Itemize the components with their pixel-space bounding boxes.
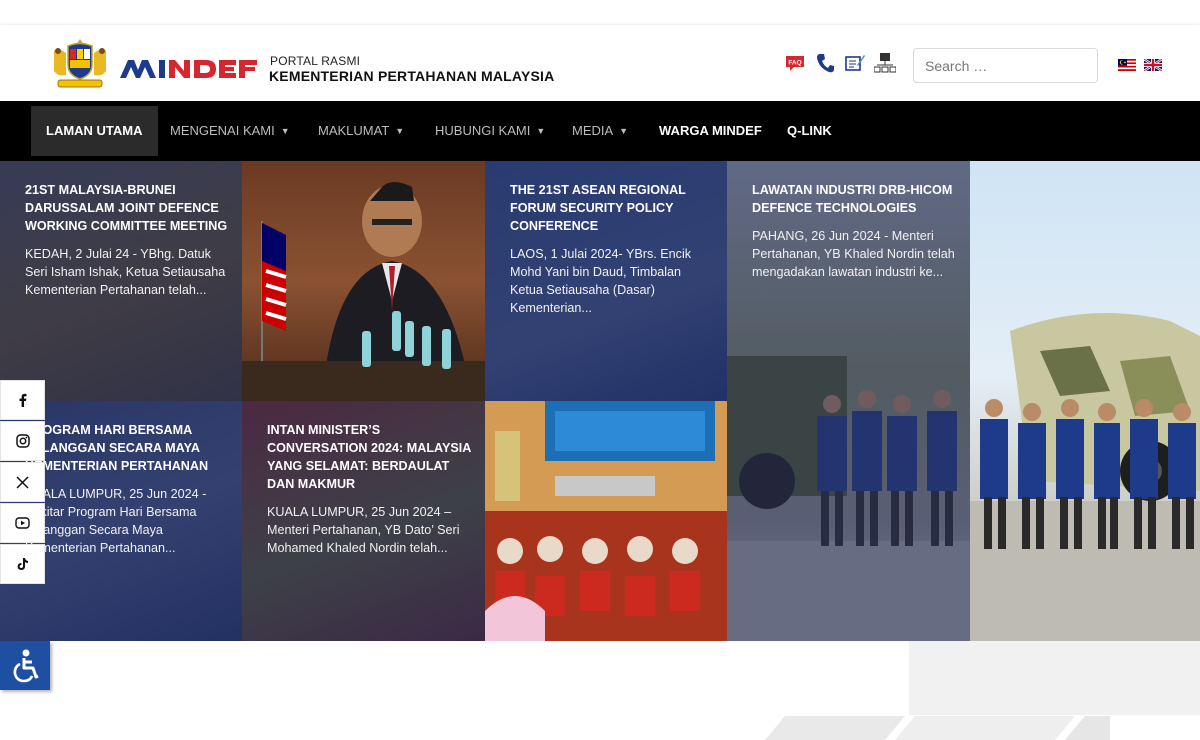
mindef-logo[interactable] <box>118 58 260 80</box>
nav-label: MENGENAI KAMI <box>170 123 275 138</box>
news-excerpt: KEDAH, 2 Julai 24 - YBhg. Datuk Seri Ish… <box>25 247 226 297</box>
news-excerpt: PAHANG, 26 Jun 2024 - Menteri Pertahanan… <box>752 229 955 279</box>
nav-warga-mindef[interactable]: WARGA MINDEF <box>659 106 762 156</box>
nav-label: LAMAN UTAMA <box>46 123 143 138</box>
vehicle-photo-image <box>970 313 1200 641</box>
news-photo-conference[interactable] <box>485 401 727 641</box>
news-excerpt: KUALA LUMPUR, 25 Jun 2024 - Sekitar Prog… <box>25 487 207 555</box>
nav-laman-utama[interactable]: LAMAN UTAMA <box>31 106 158 156</box>
nav-hubungi-kami[interactable]: HUBUNGI KAMI ▼ <box>435 106 545 156</box>
accessibility-icon <box>13 649 39 682</box>
news-tile-malaysia-brunei[interactable]: 21ST MALAYSIA-BRUNEI DARUSSALAM JOINT DE… <box>0 161 242 401</box>
nav-maklumat[interactable]: MAKLUMAT ▼ <box>318 106 404 156</box>
utility-icons: FAQ <box>784 52 896 74</box>
news-tile-drb-hicom[interactable]: LAWATAN INDUSTRI DRB-HICOM DEFENCE TECHN… <box>727 161 970 641</box>
feedback-icon[interactable] <box>844 52 866 74</box>
facebook-button[interactable] <box>0 380 45 420</box>
youtube-icon <box>15 517 30 529</box>
facebook-icon <box>19 393 26 407</box>
nav-label: HUBUNGI KAMI <box>435 123 531 138</box>
nav-label: MEDIA <box>572 123 614 138</box>
site-header: PORTAL RASMI KEMENTERIAN PERTAHANAN MALA… <box>0 25 1200 101</box>
chevron-down-icon: ▼ <box>536 126 546 136</box>
search-input[interactable] <box>913 48 1098 83</box>
news-title[interactable]: INTAN MINISTER’S CONVERSATION 2024: MALA… <box>267 421 471 493</box>
nav-media[interactable]: MEDIA ▼ <box>572 106 628 156</box>
youtube-button[interactable] <box>0 503 45 543</box>
official-photo-image <box>242 182 485 401</box>
nav-q-link[interactable]: Q-LINK <box>787 106 832 156</box>
news-title[interactable]: LAWATAN INDUSTRI DRB-HICOM DEFENCE TECHN… <box>752 181 956 217</box>
tiktok-button[interactable] <box>0 544 45 584</box>
decorative-stripes <box>765 716 1110 740</box>
sitemap-icon[interactable] <box>874 52 896 74</box>
coat-of-arms-logo[interactable] <box>48 37 112 89</box>
news-excerpt: KUALA LUMPUR, 25 Jun 2024 – Menteri Pert… <box>267 505 460 555</box>
news-photo-official[interactable] <box>242 161 485 401</box>
language-switcher <box>1118 59 1162 71</box>
news-tile-intan-conversation[interactable]: INTAN MINISTER’S CONVERSATION 2024: MALA… <box>242 401 485 641</box>
chevron-down-icon: ▼ <box>280 126 290 136</box>
tiktok-icon <box>17 558 28 570</box>
nav-label: MAKLUMAT <box>318 123 390 138</box>
chevron-down-icon: ▼ <box>395 126 405 136</box>
news-title[interactable]: 21ST MALAYSIA-BRUNEI DARUSSALAM JOINT DE… <box>25 181 228 235</box>
chevron-down-icon: ▼ <box>619 126 629 136</box>
faq-icon-label: FAQ <box>788 60 801 67</box>
conference-photo-image <box>485 401 727 641</box>
x-icon <box>16 475 29 489</box>
news-photo-vehicle[interactable] <box>970 161 1200 641</box>
portal-title[interactable]: KEMENTERIAN PERTAHANAN MALAYSIA <box>269 68 554 84</box>
main-navigation: LAMAN UTAMA MENGENAI KAMI ▼ MAKLUMAT ▼ HUB… <box>0 101 1200 161</box>
news-tile-asean-forum[interactable]: THE 21ST ASEAN REGIONAL FORUM SECURITY P… <box>485 161 727 401</box>
nav-label: WARGA MINDEF <box>659 123 762 138</box>
portal-subtitle: PORTAL RASMI <box>270 54 361 68</box>
instagram-button[interactable] <box>0 421 45 461</box>
nav-label: Q-LINK <box>787 123 832 138</box>
footer-gray-block <box>909 641 1200 715</box>
nav-mengenai-kami[interactable]: MENGENAI KAMI ▼ <box>170 106 290 156</box>
x-button[interactable] <box>0 462 45 502</box>
news-title[interactable]: THE 21ST ASEAN REGIONAL FORUM SECURITY P… <box>510 181 713 235</box>
top-strip <box>0 0 1200 25</box>
malay-flag-icon[interactable] <box>1118 59 1136 71</box>
uk-flag-icon[interactable] <box>1144 59 1162 71</box>
news-title[interactable]: PROGRAM HARI BERSAMA PELANGGAN SECARA MA… <box>25 421 228 475</box>
accessibility-button[interactable] <box>0 641 50 690</box>
news-excerpt: LAOS, 1 Julai 2024- YBrs. Encik Mohd Yan… <box>510 247 692 315</box>
instagram-icon <box>15 434 30 448</box>
faq-icon[interactable]: FAQ <box>784 52 806 74</box>
phone-icon[interactable] <box>814 52 836 74</box>
